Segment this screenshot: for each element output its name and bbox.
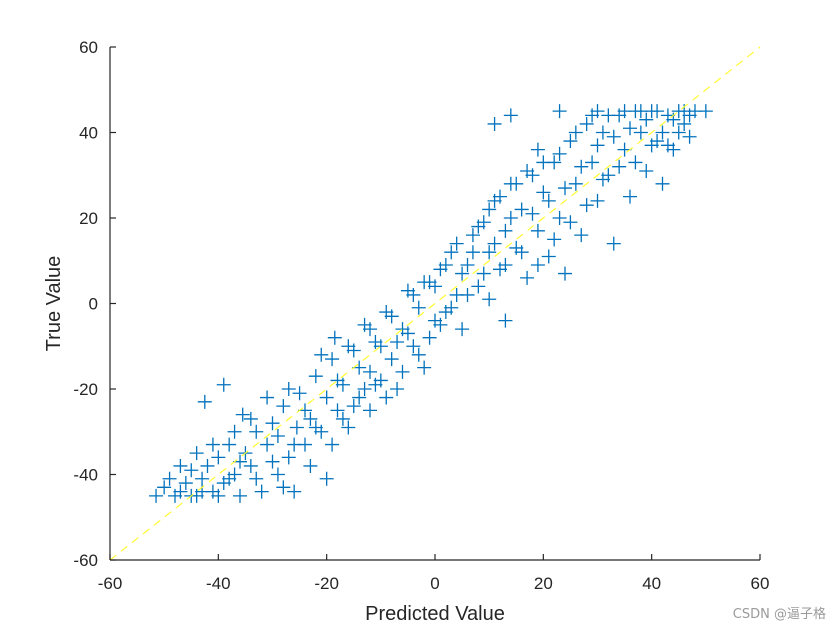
x-tick-label: 0 [430,574,439,593]
y-tick-label: 40 [79,124,98,143]
data-point [149,488,164,503]
data-point [547,232,562,247]
data-point [498,223,513,238]
data-point [541,249,556,264]
x-tick-label: 20 [534,574,553,593]
data-point [319,471,334,486]
data-point [233,488,247,503]
data-point [606,236,621,251]
data-point [471,279,486,294]
data-point [590,138,605,153]
data-point [503,211,518,225]
data-point [390,382,405,396]
data-point [558,266,572,281]
data-point [698,104,713,119]
data-point [530,142,545,157]
data-point [574,228,589,243]
data-point [465,245,480,260]
data-point [211,450,226,465]
data-point [623,189,637,204]
data-point [200,458,215,473]
x-tick-label: -60 [98,574,123,593]
y-tick-label: -20 [73,380,98,399]
data-point [487,116,502,131]
data-point [254,484,269,499]
x-tick-label: 40 [642,574,661,593]
y-tick-label: 20 [79,209,98,228]
data-point [189,446,204,461]
data-point [628,155,643,170]
data-point [476,266,491,281]
data-point [265,454,280,469]
x-tick-label: 60 [751,574,770,593]
data-point [552,104,567,119]
x-tick-label: -40 [206,574,231,593]
data-point [390,334,405,349]
data-point [498,313,513,328]
data-point [395,364,410,379]
data-point [327,330,342,345]
data-point [482,292,497,307]
y-tick-label: -60 [73,551,98,570]
y-tick-label: 60 [79,38,98,57]
data-point [222,437,237,452]
y-tick-label: 0 [89,295,98,314]
data-point [287,437,302,452]
data-point [270,467,285,482]
data-point [379,390,394,405]
data-point [655,176,670,191]
data-point [249,424,264,439]
data-point [503,108,518,123]
x-tick-label: -20 [314,574,339,593]
data-point [536,155,551,170]
data-point [325,437,340,452]
y-axis-label: True Value [43,256,65,352]
data-point [205,437,220,452]
data-point [520,270,535,285]
data-point [227,424,242,439]
data-point [276,399,291,414]
scatter-chart: -60 -40 -20 0 20 40 60 -60 -40 -20 0 20 40 60 Predict… [43,38,770,625]
identity-reference-line [109,46,761,561]
data-point [195,471,210,486]
data-point [281,450,296,465]
data-point [303,458,318,473]
data-point [260,437,275,452]
points-layer [149,104,713,503]
data-point [260,390,275,405]
data-point [639,163,654,178]
data-point [308,369,323,384]
data-point [249,471,264,486]
y-tick-label: -40 [73,466,98,485]
data-point [270,429,285,444]
data-point [530,258,545,273]
x-axis-label: Predicted Value [365,603,505,625]
data-point [422,330,437,345]
data-point [197,394,212,409]
data-point [363,403,377,418]
watermark: CSDN @逼子格 [732,607,826,622]
data-point [612,159,627,174]
data-point [455,322,470,337]
data-point [384,352,399,367]
data-point [216,377,231,392]
data-point [289,420,304,435]
data-point [417,360,432,375]
data-point [460,287,475,302]
